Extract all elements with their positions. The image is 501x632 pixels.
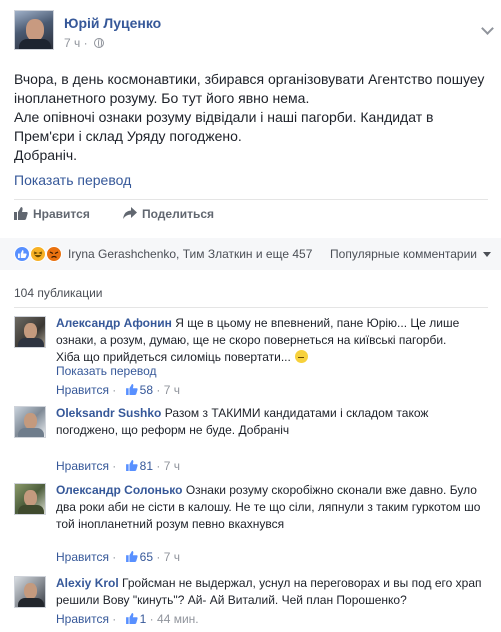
post-text-line: Вчора, в день космонавтики, збирався орг…	[14, 71, 485, 87]
comment-like-button[interactable]: Нравится	[56, 612, 109, 626]
comment-text: Александр Афонин Я ще в цьому не впевнен…	[56, 315, 492, 366]
avatar-face	[24, 490, 37, 506]
reactions-bar: Iryna Gerashchenko, Тим Златкин и еще 45…	[0, 238, 501, 270]
comment-author[interactable]: Oleksandr Sushko	[56, 406, 161, 420]
comment-like-count[interactable]: 81	[140, 459, 153, 473]
post-text-line: інопланетного розуму. Бо тут його явно н…	[14, 90, 310, 106]
divider	[14, 199, 488, 200]
comment-author[interactable]: Олександр Солонько	[56, 483, 182, 497]
comment-line: Ознаки розуму скоробіжно сконали вже дав…	[185, 483, 477, 497]
comment-time[interactable]: 7 ч	[164, 550, 180, 564]
comment-line: решили Вову "кинуть"? Ай- Ай Виталий. Че…	[56, 593, 407, 607]
smiley-emoji-icon	[294, 350, 308, 363]
post-time[interactable]: 7 ч	[64, 36, 80, 50]
comment: Александр Афонин Я ще в цьому не впевнен…	[14, 316, 494, 398]
comment-like-button[interactable]: Нравится	[56, 383, 109, 397]
post-text-line: Добраніч.	[14, 147, 78, 163]
comment-meta: Нравится · 58 · 7 ч	[56, 383, 180, 397]
reactors-summary[interactable]: Iryna Gerashchenko, Тим Златкин и еще 45…	[68, 247, 312, 261]
post-text-line: Але опівночі ознаки розуму відвідали і н…	[14, 109, 434, 125]
comment-like-count[interactable]: 1	[140, 612, 147, 626]
avatar-face	[24, 323, 37, 339]
comment-sort-dropdown[interactable]: Популярные комментарии	[330, 247, 491, 261]
share-label: Поделиться	[142, 207, 215, 221]
avatar-suit	[19, 39, 51, 49]
avatar-face	[24, 413, 37, 429]
caret-down-icon	[483, 252, 491, 257]
avatar-body	[18, 428, 44, 437]
comment-line: Гройсман не выдержал, уснул на переговор…	[122, 576, 482, 590]
commenter-avatar[interactable]	[14, 406, 46, 438]
comment-like-button[interactable]: Нравится	[56, 459, 109, 473]
avatar-face	[24, 583, 37, 599]
like-label: Нравится	[33, 207, 90, 221]
post-header: Юрій Луценко 7 ч ·	[14, 10, 494, 60]
thumbs-up-icon	[125, 384, 138, 395]
like-button[interactable]: Нравится	[14, 207, 90, 221]
like-icon	[14, 246, 30, 262]
comment-line: той інопланетний розум певно вкахнувся	[56, 517, 285, 531]
share-button[interactable]: Поделиться	[123, 207, 214, 221]
reaction-icons[interactable]	[14, 246, 66, 262]
comment-author[interactable]: Александр Афонин	[56, 316, 172, 330]
comment-like-button[interactable]: Нравится	[56, 550, 109, 564]
comment: Oleksandr Sushko Разом з ТАКИМИ кандидат…	[14, 405, 494, 473]
comment: Олександр Солонько Ознаки розуму скоробі…	[14, 483, 494, 565]
comment-line: погоджено, що реформ не буде. Добраніч	[56, 423, 290, 437]
comment-time[interactable]: 7 ч	[164, 383, 180, 397]
comment-text: Олександр Солонько Ознаки розуму скоробі…	[56, 482, 492, 533]
comment-line: ознаки, а розум, думаю, ще не скоро пове…	[56, 333, 447, 347]
comment-line: Я ще в цьому не впевнений, пане Юрію... …	[175, 316, 460, 330]
comment-like-count[interactable]: 65	[140, 550, 153, 564]
share-arrow-icon	[123, 207, 137, 219]
comment-line: Хіба що прийдеться силоміць повертати...	[56, 350, 291, 364]
commenter-avatar[interactable]	[14, 576, 46, 608]
comment-text: Alexiy Krol Гройсман не выдержал, уснул …	[56, 575, 492, 609]
comment-meta: Нравится · 81 · 7 ч	[56, 459, 180, 473]
globe-icon[interactable]	[93, 38, 104, 48]
post-text-line: Прем'єри і склад Уряду погоджено.	[14, 128, 242, 144]
comment-translate-link[interactable]: Показать перевод	[56, 364, 157, 378]
comment-meta: Нравится · 65 · 7 ч	[56, 550, 180, 564]
avatar-body	[18, 598, 44, 607]
divider	[14, 307, 488, 308]
thumbs-up-icon	[125, 613, 138, 624]
commenter-avatar[interactable]	[14, 316, 46, 348]
thumbs-up-icon	[14, 207, 28, 220]
avatar-face	[26, 19, 44, 41]
comment-time[interactable]: 44 мин.	[157, 612, 199, 626]
facebook-post-card: Юрій Луценко 7 ч · Вчора, в день космона…	[0, 0, 501, 632]
haha-icon	[30, 246, 46, 262]
comment-meta: Нравится · 1 · 44 мин.	[56, 612, 199, 626]
translate-link[interactable]: Показать перевод	[14, 172, 131, 188]
thumbs-up-icon	[125, 460, 138, 471]
comment-like-count[interactable]: 58	[140, 383, 153, 397]
comment-text: Oleksandr Sushko Разом з ТАКИМИ кандидат…	[56, 405, 492, 439]
author-avatar[interactable]	[14, 10, 54, 50]
post-meta: 7 ч ·	[64, 36, 104, 50]
commenter-avatar[interactable]	[14, 483, 46, 515]
post-text: Вчора, в день космонавтики, збирався орг…	[14, 70, 490, 165]
comment: Alexiy Krol Гройсман не выдержал, уснул …	[14, 576, 494, 628]
chevron-down-icon[interactable]	[481, 22, 494, 35]
author-name[interactable]: Юрій Луценко	[64, 15, 161, 31]
comment-line: два роки аби не сісти в калошу. Не те що…	[56, 500, 481, 514]
comment-author[interactable]: Alexiy Krol	[56, 576, 119, 590]
avatar-body	[18, 338, 44, 347]
comment-line: Разом з ТАКИМИ кандидатами і складом так…	[164, 406, 429, 420]
comment-sort-label: Популярные комментарии	[330, 247, 477, 261]
angry-icon	[46, 246, 62, 262]
comments-count[interactable]: 104 публикации	[14, 286, 103, 300]
avatar-body	[18, 505, 44, 514]
comment-time[interactable]: 7 ч	[164, 459, 180, 473]
thumbs-up-icon	[125, 551, 138, 562]
